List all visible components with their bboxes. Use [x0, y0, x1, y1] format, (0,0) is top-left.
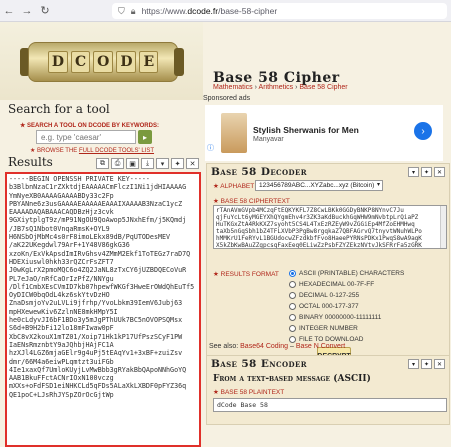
ciphertext-label: ★ BASE 58 CIPHERTEXT: [213, 198, 290, 205]
ad-image: [221, 113, 247, 153]
ad-title: Stylish Sherwanis for Men: [253, 125, 359, 135]
sponsored-label: Sponsored ads: [203, 95, 251, 102]
url-text: https://www.dcode.fr/base-58-cipher: [141, 6, 278, 16]
format-option-file[interactable]: FILE TO DOWNLOAD: [289, 336, 363, 343]
format-option-decimal[interactable]: DECIMAL 0-127-255: [289, 292, 359, 299]
search-hint: ★ SEARCH A TOOL ON DCODE BY KEYWORDS:: [20, 123, 159, 129]
plaintext-label: ★ BASE 58 PLAINTEXT: [213, 389, 285, 396]
chevron-right-icon[interactable]: ›: [414, 122, 432, 140]
radio[interactable]: [289, 325, 296, 332]
see-also: See also: Base64 Coding – Base N Convert: [209, 343, 346, 350]
dcode-logo[interactable]: D C O D E: [0, 22, 203, 100]
format-option-hex[interactable]: HEXADECIMAL 00-7F-FF: [289, 281, 374, 288]
logo-letter: O: [93, 51, 114, 73]
base-n-link[interactable]: Base N Convert: [296, 343, 345, 350]
logo-letter: D: [116, 51, 137, 73]
reload-icon[interactable]: ↻: [36, 2, 54, 20]
format-option-ascii[interactable]: ASCII (PRINTABLE) CHARACTERS: [289, 270, 404, 277]
search-input[interactable]: [36, 130, 136, 144]
browse-tools-link[interactable]: ★ BROWSE THE FULL DCODE TOOLS' LIST: [30, 147, 154, 154]
search-go-button[interactable]: ▸: [138, 130, 152, 144]
format-option-octal[interactable]: OCTAL 000-177-377: [289, 303, 359, 310]
close-icon[interactable]: ✕: [434, 359, 445, 369]
print-icon[interactable]: ⎙: [111, 158, 124, 169]
pin-icon[interactable]: ✦: [421, 359, 432, 369]
encoder-title: Base 58 Encoder: [211, 358, 307, 370]
expand-icon[interactable]: ▾: [156, 158, 169, 169]
ad-subtitle: Manyavar: [253, 136, 284, 143]
main-content: Base 58 Cipher Mathematics › Arithmetics…: [203, 22, 451, 447]
radio[interactable]: [289, 303, 296, 310]
logo-letter: D: [47, 51, 68, 73]
logo-cylinder: D C O D E: [28, 42, 178, 82]
decoder-toolbar: ▾ ✦ ✕: [408, 167, 445, 177]
radio[interactable]: [289, 281, 296, 288]
logo-letter: C: [70, 51, 91, 73]
breadcrumb-mathematics[interactable]: Mathematics: [213, 84, 253, 91]
copy-icon[interactable]: ⧉: [96, 158, 109, 169]
expand-icon[interactable]: ▾: [408, 359, 419, 369]
close-icon[interactable]: ✕: [186, 158, 199, 169]
breadcrumb-current[interactable]: Base 58 Cipher: [299, 84, 347, 91]
ad-info-icon[interactable]: ⓘ: [207, 143, 214, 153]
radio[interactable]: [289, 314, 296, 321]
ciphertext-input[interactable]: rTAnAVmGVpb4MCzqFtEQKYKFL7Z8CwLBKk0GGDyB…: [213, 205, 447, 249]
plaintext-input[interactable]: dCode Base 58: [213, 398, 447, 412]
alphabet-label: ★ ALPHABET: [213, 183, 255, 190]
download-icon[interactable]: ⤓: [141, 158, 154, 169]
alphabet-select[interactable]: 123456789ABC...XYZabc...xyz (Bitcoin) ▾: [255, 180, 383, 191]
format-option-binary[interactable]: BINARY 00000000-11111111: [289, 314, 381, 321]
chevron-down-icon: ▾: [376, 182, 380, 188]
pin-icon[interactable]: ✦: [171, 158, 184, 169]
expand-icon[interactable]: ▾: [408, 167, 419, 177]
results-title: Results: [8, 155, 53, 169]
base64-link[interactable]: Base64 Coding: [240, 343, 288, 350]
format-option-integer[interactable]: INTEGER NUMBER: [289, 325, 358, 332]
radio[interactable]: [289, 336, 296, 343]
browser-toolbar: ← → ↻ ⛉ 🔒︎ https://www.dcode.fr/base-58-…: [0, 0, 451, 22]
logo-letter: E: [139, 51, 159, 73]
decoder-title: Base 58 Decoder: [211, 166, 307, 178]
lock-icon: 🔒︎: [130, 5, 136, 16]
ad-banner[interactable]: Stylish Sherwanis for Men Manyavar › ⓘ: [205, 105, 443, 161]
save-icon[interactable]: ▣: [126, 158, 139, 169]
pin-icon[interactable]: ✦: [421, 167, 432, 177]
shield-icon: ⛉: [118, 5, 125, 16]
search-title: Search for a tool: [8, 102, 110, 116]
left-sidebar: D C O D E Search for a tool ★ SEARCH A T…: [0, 22, 203, 447]
breadcrumb: Mathematics › Arithmetics › Base 58 Ciph…: [213, 84, 348, 91]
results-text: -----BEGIN OPENSSH PRIVATE KEY----- b3Bl…: [9, 175, 195, 399]
encoder-toolbar: ▾ ✦ ✕: [408, 359, 445, 369]
decoder-section: Base 58 Decoder ▾ ✦ ✕ ★ ALPHABET 1234567…: [206, 163, 450, 365]
radio[interactable]: [289, 292, 296, 299]
address-bar[interactable]: ⛉ 🔒︎ https://www.dcode.fr/base-58-cipher: [112, 3, 447, 19]
results-output[interactable]: -----BEGIN OPENSSH PRIVATE KEY----- b3Bl…: [5, 172, 201, 447]
radio-selected[interactable]: [289, 270, 296, 277]
logo-cap-right: [174, 48, 184, 76]
forward-icon[interactable]: →: [18, 2, 36, 20]
breadcrumb-arithmetics[interactable]: Arithmetics: [259, 84, 294, 91]
encoder-section: Base 58 Encoder ▾ ✦ ✕ From a text-based …: [206, 355, 450, 425]
format-label: ★ RESULTS FORMAT: [213, 271, 279, 278]
back-icon[interactable]: ←: [0, 2, 18, 20]
results-toolbar: ⧉ ⎙ ▣ ⤓ ▾ ✦ ✕: [96, 158, 199, 169]
encoder-subtitle: From a text-based message (ASCII): [213, 374, 371, 384]
close-icon[interactable]: ✕: [434, 167, 445, 177]
ciphertext-scrollbar[interactable]: [440, 206, 446, 248]
